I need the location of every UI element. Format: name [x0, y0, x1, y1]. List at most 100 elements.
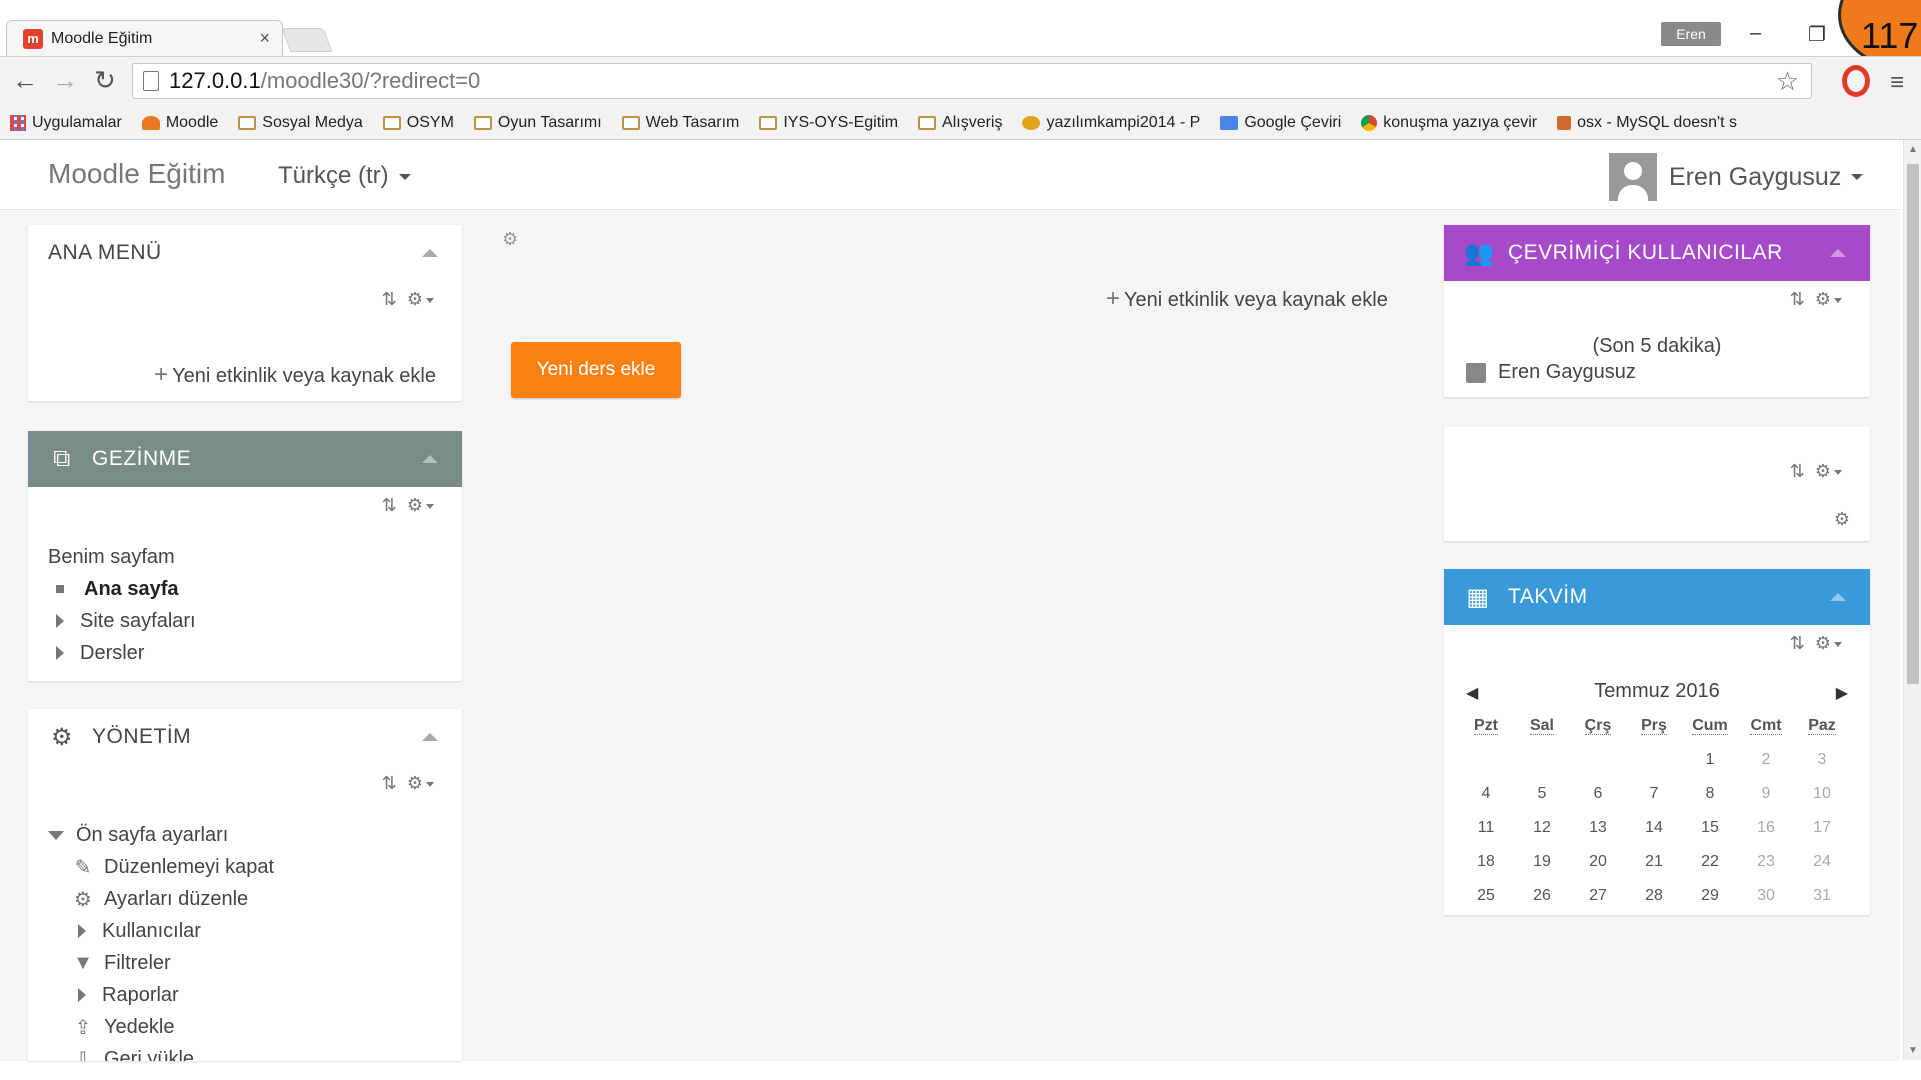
calendar-day[interactable]: 31	[1794, 879, 1850, 913]
calendar-day[interactable]: 13	[1570, 811, 1626, 845]
calendar-day[interactable]: 17	[1794, 811, 1850, 845]
move-icon[interactable]: ⇅	[1790, 633, 1805, 653]
calendar-day[interactable]: 29	[1682, 879, 1738, 913]
calendar-day[interactable]: 19	[1514, 845, 1570, 879]
calendar-day[interactable]: 9	[1738, 777, 1794, 811]
gear-icon[interactable]: ⚙	[407, 495, 423, 515]
scrollbar-thumb[interactable]	[1907, 164, 1919, 684]
page-scrollbar[interactable]: ▲ ▼	[1903, 140, 1921, 1060]
calendar-day[interactable]: 27	[1570, 879, 1626, 913]
calendar-day[interactable]: 8	[1682, 777, 1738, 811]
calendar-day[interactable]: 28	[1626, 879, 1682, 913]
bookmark-moodle[interactable]: Moodle	[141, 114, 218, 132]
address-bar[interactable]: 127.0.0.1/moodle30/?redirect=0 ☆	[132, 63, 1812, 99]
move-icon[interactable]: ⇅	[382, 495, 397, 515]
calendar-day[interactable]: 23	[1738, 845, 1794, 879]
admin-item-edit-off[interactable]: ✎ Düzenlemeyi kapat	[48, 851, 274, 883]
admin-front-page-settings[interactable]: Ön sayfa ayarları	[48, 819, 274, 851]
calendar-day[interactable]: 10	[1794, 777, 1850, 811]
block-actions[interactable]: ⇅ ⚙	[382, 773, 434, 794]
block-actions[interactable]: ⇅ ⚙	[1790, 633, 1842, 654]
bookmark-folder[interactable]: OSYM	[382, 114, 454, 132]
minimize-icon[interactable]: –	[1750, 22, 1761, 45]
user-menu[interactable]: Eren Gaygusuz	[1609, 153, 1864, 201]
move-icon[interactable]: ⇅	[382, 289, 397, 309]
calendar-day[interactable]: 2	[1738, 743, 1794, 777]
collapse-icon[interactable]	[422, 455, 438, 463]
calendar-day[interactable]: 7	[1626, 777, 1682, 811]
bookmark-folder[interactable]: Oyun Tasarımı	[473, 114, 602, 132]
add-activity-link[interactable]: + Yeni etkinlik veya kaynak ekle	[154, 361, 436, 389]
nav-item-home[interactable]: Ana sayfa	[48, 573, 196, 605]
calendar-day[interactable]: 21	[1626, 845, 1682, 879]
bookmark-star-icon[interactable]: ☆	[1776, 66, 1799, 97]
move-icon[interactable]: ⇅	[1790, 289, 1805, 309]
calendar-day[interactable]: 1	[1682, 743, 1738, 777]
calendar-day[interactable]: 12	[1514, 811, 1570, 845]
next-month-icon[interactable]: ▶	[1836, 683, 1848, 703]
calendar-day[interactable]: 16	[1738, 811, 1794, 845]
gear-icon[interactable]: ⚙	[502, 229, 518, 250]
menu-icon[interactable]: ≡	[1890, 69, 1904, 97]
calendar-day[interactable]: 24	[1794, 845, 1850, 879]
opera-extension-icon[interactable]	[1842, 65, 1870, 97]
calendar-day[interactable]: 20	[1570, 845, 1626, 879]
bookmark-folder[interactable]: Alışveriş	[918, 114, 1002, 132]
back-arrow-icon[interactable]: ←	[12, 65, 38, 96]
gear-icon[interactable]: ⚙	[1815, 289, 1831, 309]
bookmark-folder[interactable]: Sosyal Medya	[238, 114, 363, 132]
nav-item-site-pages[interactable]: Site sayfaları	[48, 605, 196, 637]
collapse-icon[interactable]	[422, 249, 438, 257]
bookmark-link[interactable]: osx - MySQL doesn't s	[1557, 114, 1737, 132]
scroll-up-icon[interactable]: ▲	[1908, 144, 1918, 155]
nav-item-courses[interactable]: Dersler	[48, 637, 196, 669]
admin-item-reports[interactable]: Raporlar	[48, 979, 274, 1011]
nav-my-page[interactable]: Benim sayfam	[48, 541, 196, 573]
admin-item-restore[interactable]: ⇩ Geri yükle	[48, 1043, 274, 1062]
calendar-day[interactable]: 25	[1458, 879, 1514, 913]
admin-item-edit-settings[interactable]: ⚙ Ayarları düzenle	[48, 883, 274, 915]
block-actions[interactable]: ⇅ ⚙	[1790, 461, 1842, 482]
new-tab-button[interactable]	[281, 28, 333, 52]
scroll-down-icon[interactable]: ▼	[1908, 1045, 1918, 1056]
gear-icon[interactable]: ⚙	[1815, 633, 1831, 653]
collapse-icon[interactable]	[422, 733, 438, 741]
bookmark-folder[interactable]: IYS-OYS-Egitim	[759, 114, 898, 132]
bookmark-folder[interactable]: Web Tasarım	[621, 114, 739, 132]
block-actions[interactable]: ⇅ ⚙	[1790, 289, 1842, 310]
admin-item-backup[interactable]: ⇪ Yedekle	[48, 1011, 274, 1043]
add-course-button[interactable]: Yeni ders ekle	[511, 342, 681, 398]
admin-item-users[interactable]: Kullanıcılar	[48, 915, 274, 947]
collapse-icon[interactable]	[1830, 249, 1846, 257]
calendar-day[interactable]: 30	[1738, 879, 1794, 913]
calendar-day[interactable]: 14	[1626, 811, 1682, 845]
calendar-day[interactable]: 26	[1514, 879, 1570, 913]
site-brand[interactable]: Moodle Eğitim	[48, 158, 225, 190]
gear-icon[interactable]: ⚙	[407, 289, 423, 309]
reload-icon[interactable]: ↻	[94, 65, 116, 96]
bookmark-link[interactable]: konuşma yazıya çevir	[1361, 114, 1537, 132]
calendar-day[interactable]: 11	[1458, 811, 1514, 845]
online-user[interactable]: Eren Gaygusuz	[1466, 361, 1636, 384]
calendar-day[interactable]: 5	[1514, 777, 1570, 811]
calendar-day[interactable]: 18	[1458, 845, 1514, 879]
bookmark-link[interactable]: yazılımkampi2014 - P	[1022, 114, 1200, 132]
add-activity-link[interactable]: + Yeni etkinlik veya kaynak ekle	[1106, 285, 1388, 313]
bookmark-apps[interactable]: Uygulamalar	[10, 114, 122, 132]
admin-item-filters[interactable]: ▼ Filtreler	[48, 947, 274, 979]
calendar-day[interactable]: 4	[1458, 777, 1514, 811]
language-menu[interactable]: Türkçe (tr)	[278, 162, 411, 190]
bookmark-link[interactable]: Google Çeviri	[1220, 114, 1341, 132]
collapse-icon[interactable]	[1830, 593, 1846, 601]
browser-tab[interactable]: m Moodle Eğitim ×	[6, 20, 283, 56]
move-icon[interactable]: ⇅	[382, 773, 397, 793]
calendar-day[interactable]: 15	[1682, 811, 1738, 845]
calendar-day[interactable]: 6	[1570, 777, 1626, 811]
gear-icon[interactable]: ⚙	[407, 773, 423, 793]
gear-icon[interactable]: ⚙	[1834, 509, 1850, 530]
calendar-day[interactable]: 3	[1794, 743, 1850, 777]
block-actions[interactable]: ⇅ ⚙	[382, 495, 434, 516]
restore-icon[interactable]: ❐	[1808, 22, 1826, 47]
block-actions[interactable]: ⇅ ⚙	[382, 289, 434, 310]
gear-icon[interactable]: ⚙	[1815, 461, 1831, 481]
